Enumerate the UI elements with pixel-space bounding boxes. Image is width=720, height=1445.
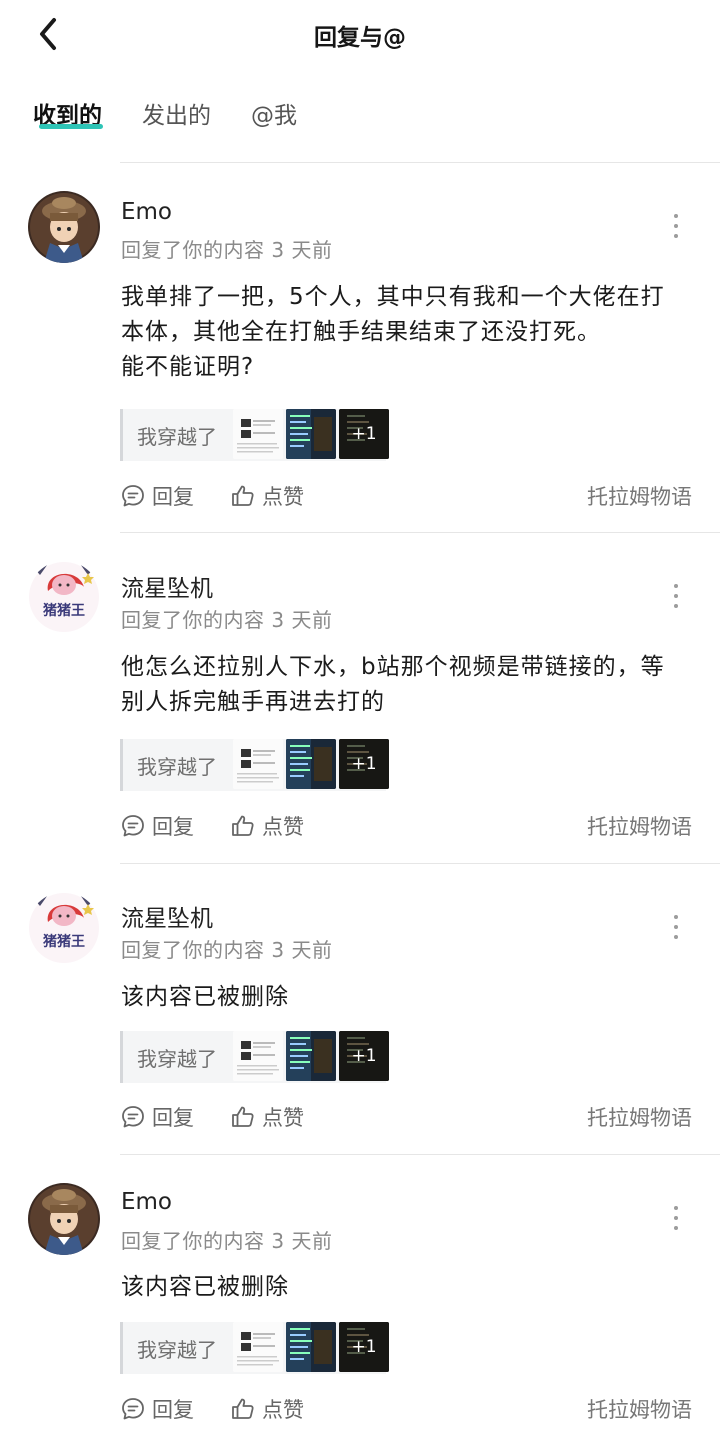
- quoted-image-thumbnail: [286, 1322, 336, 1372]
- more-options-icon[interactable]: [664, 581, 688, 611]
- more-images-count: +1: [339, 409, 389, 459]
- quoted-post[interactable]: 我穿越了 +1: [120, 1322, 389, 1374]
- like-label: 点赞: [262, 485, 304, 509]
- source-app-link[interactable]: 托拉姆物语: [587, 481, 692, 511]
- thumbs-up-icon: [232, 1398, 254, 1419]
- avatar[interactable]: [28, 191, 100, 263]
- like-button[interactable]: 点赞: [230, 1394, 304, 1424]
- reply-meta: 回复了你的内容 3 天前: [121, 608, 333, 632]
- content-line: 能不能证明?: [121, 354, 255, 380]
- header: 回复与@: [0, 0, 720, 70]
- content-line: 他怎么还拉别人下水，b站那个视频是带链接的，等: [121, 654, 665, 680]
- quoted-post-title: 我穿越了: [137, 755, 217, 779]
- reply-label: 回复: [152, 1106, 194, 1130]
- thumbs-up-icon: [232, 815, 254, 836]
- comment-icon: [122, 1106, 144, 1128]
- reply-meta: 回复了你的内容 3 天前: [121, 238, 333, 262]
- source-app-link[interactable]: 托拉姆物语: [587, 1102, 692, 1132]
- page-title: 回复与@: [314, 25, 406, 51]
- like-label: 点赞: [262, 1398, 304, 1422]
- more-options-icon[interactable]: [664, 211, 688, 241]
- like-button[interactable]: 点赞: [230, 1102, 304, 1132]
- reply-meta: 回复了你的内容 3 天前: [121, 1229, 333, 1253]
- content-line: 该内容已被删除: [121, 1274, 289, 1300]
- more-options-icon[interactable]: [664, 912, 688, 942]
- reply-content[interactable]: 该内容已被删除: [121, 1270, 693, 1305]
- reply-button[interactable]: 回复: [120, 481, 194, 511]
- comment-icon: [122, 1398, 144, 1420]
- reply-label: 回复: [152, 815, 194, 839]
- quoted-image-thumbnail: +1: [339, 1031, 389, 1081]
- reply-content[interactable]: 他怎么还拉别人下水，b站那个视频是带链接的，等 别人拆完触手再进去打的: [121, 650, 693, 720]
- avatar-text: 猪猪王: [42, 933, 85, 950]
- quoted-post-title: 我穿越了: [137, 1047, 217, 1071]
- quoted-image-thumbnail: [286, 409, 336, 459]
- more-images-count: +1: [339, 1322, 389, 1372]
- quoted-image-thumbnail: +1: [339, 409, 389, 459]
- quoted-image-thumbnail: [233, 409, 283, 459]
- reply-label: 回复: [152, 1398, 194, 1422]
- quoted-post-title: 我穿越了: [137, 425, 217, 449]
- content-line: 该内容已被删除: [121, 984, 289, 1010]
- content-line: 本体，其他全在打触手结果结束了还没打死。: [121, 319, 601, 345]
- divider: [120, 532, 720, 533]
- more-images-count: +1: [339, 739, 389, 789]
- comment-icon: [122, 485, 144, 507]
- reply-content[interactable]: 该内容已被删除: [121, 980, 693, 1015]
- like-label: 点赞: [262, 1106, 304, 1130]
- source-app-link[interactable]: 托拉姆物语: [587, 811, 692, 841]
- quoted-image-thumbnail: [286, 1031, 336, 1081]
- avatar-text: 猪猪王: [42, 602, 85, 619]
- action-bar: 回复 点赞 托拉姆物语: [120, 811, 692, 843]
- tab-sent[interactable]: 发出的: [142, 96, 211, 130]
- quoted-image-thumbnail: [233, 1322, 283, 1372]
- user-name[interactable]: Emo: [121, 1189, 172, 1215]
- quoted-post-title: 我穿越了: [137, 1338, 217, 1362]
- content-line: 别人拆完触手再进去打的: [121, 689, 385, 715]
- quoted-image-thumbnail: +1: [339, 739, 389, 789]
- quoted-post[interactable]: 我穿越了 +1: [120, 739, 389, 791]
- quoted-image-thumbnail: [286, 739, 336, 789]
- quoted-image-thumbnail: [233, 739, 283, 789]
- action-bar: 回复 点赞 托拉姆物语: [120, 1102, 692, 1134]
- active-tab-indicator: [39, 124, 103, 129]
- reply-button[interactable]: 回复: [120, 1394, 194, 1424]
- action-bar: 回复 点赞 托拉姆物语: [120, 1394, 692, 1426]
- reply-label: 回复: [152, 485, 194, 509]
- divider: [120, 1154, 720, 1155]
- more-options-icon[interactable]: [664, 1203, 688, 1233]
- user-name[interactable]: Emo: [121, 199, 172, 225]
- avatar[interactable]: 猪猪王: [28, 892, 100, 964]
- tab-mentions[interactable]: @我: [251, 96, 297, 130]
- reply-button[interactable]: 回复: [120, 811, 194, 841]
- tab-bar: 收到的 发出的 @我: [0, 88, 720, 148]
- reply-meta: 回复了你的内容 3 天前: [121, 938, 333, 962]
- quoted-image-thumbnail: +1: [339, 1322, 389, 1372]
- avatar[interactable]: 猪猪王: [28, 561, 100, 633]
- thumbs-up-icon: [232, 1106, 254, 1127]
- divider: [120, 863, 720, 864]
- quoted-image-thumbnail: [233, 1031, 283, 1081]
- content-line: 我单排了一把，5个人，其中只有我和一个大佬在打: [121, 284, 665, 310]
- like-button[interactable]: 点赞: [230, 481, 304, 511]
- quoted-post[interactable]: 我穿越了 +1: [120, 409, 389, 461]
- reply-button[interactable]: 回复: [120, 1102, 194, 1132]
- comment-icon: [122, 815, 144, 837]
- avatar[interactable]: [28, 1183, 100, 1255]
- thumbs-up-icon: [232, 485, 254, 506]
- action-bar: 回复 点赞 托拉姆物语: [120, 481, 692, 513]
- like-label: 点赞: [262, 815, 304, 839]
- more-images-count: +1: [339, 1031, 389, 1081]
- like-button[interactable]: 点赞: [230, 811, 304, 841]
- user-name[interactable]: 流星坠机: [121, 569, 213, 603]
- user-name[interactable]: 流星坠机: [121, 899, 213, 933]
- source-app-link[interactable]: 托拉姆物语: [587, 1394, 692, 1424]
- reply-content[interactable]: 我单排了一把，5个人，其中只有我和一个大佬在打 本体，其他全在打触手结果结束了还…: [121, 280, 693, 385]
- divider: [120, 162, 720, 163]
- quoted-post[interactable]: 我穿越了 +1: [120, 1031, 389, 1083]
